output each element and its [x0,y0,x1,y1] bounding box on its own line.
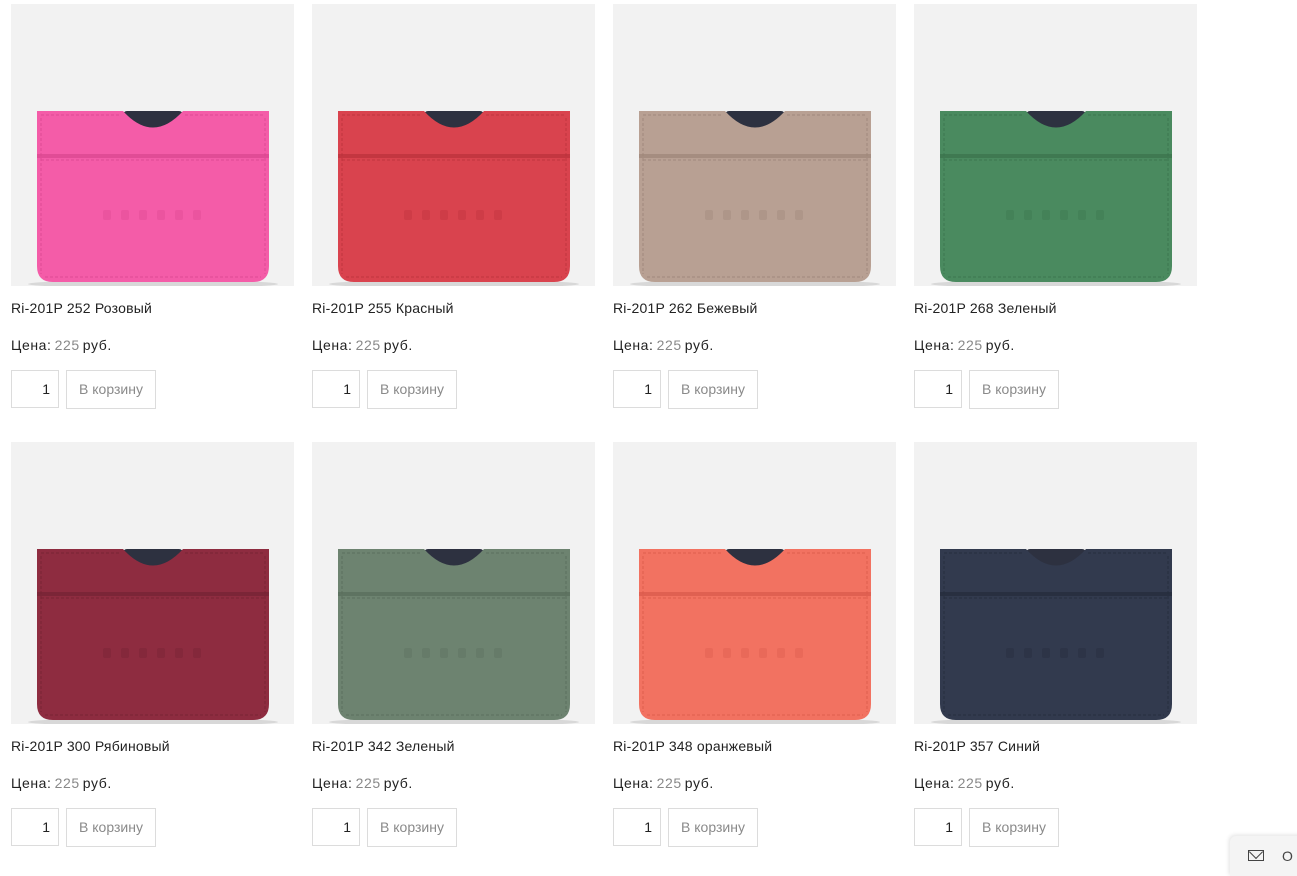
card-holder-image [28,549,278,724]
product-title[interactable]: Ri-201P 268 Зеленый [914,300,1057,316]
product-card: Ri-201P 262 Бежевый Цена: 225 руб. 1 В кор… [613,4,896,424]
card-holder-image [28,111,278,286]
product-price: Цена: 225 руб. [312,337,413,353]
add-to-cart-button[interactable]: В корзину [969,808,1059,847]
price-label: Цена: [312,775,353,791]
price-currency: руб. [684,337,714,353]
product-title[interactable]: Ri-201P 348 оранжевый [613,738,772,754]
price-value: 225 [656,775,682,791]
product-image[interactable] [914,4,1197,286]
product-card: Ri-201P 357 Синий Цена: 225 руб. 1 В корзи… [914,442,1197,862]
price-currency: руб. [82,337,112,353]
product-card: Ri-201P 300 Рябиновый Цена: 225 руб. 1 В к… [11,442,294,862]
product-image[interactable] [312,442,595,724]
product-title[interactable]: Ri-201P 357 Синий [914,738,1040,754]
price-label: Цена: [312,337,353,353]
price-currency: руб. [985,775,1015,791]
product-price: Цена: 225 руб. [11,337,112,353]
price-label: Цена: [11,775,52,791]
envelope-icon [1248,850,1264,861]
feedback-widget[interactable]: О [1230,836,1297,876]
quantity-input[interactable]: 1 [613,808,661,846]
product-title[interactable]: Ri-201P 262 Бежевый [613,300,758,316]
quantity-input[interactable]: 1 [312,808,360,846]
price-value: 225 [355,775,381,791]
feedback-label: О [1282,848,1293,864]
price-currency: руб. [985,337,1015,353]
product-price: Цена: 225 руб. [613,337,714,353]
price-value: 225 [656,337,682,353]
product-price: Цена: 225 руб. [11,775,112,791]
price-currency: руб. [383,337,413,353]
add-to-cart-button[interactable]: В корзину [66,808,156,847]
quantity-input[interactable]: 1 [613,370,661,408]
price-currency: руб. [684,775,714,791]
card-holder-image [630,549,880,724]
price-value: 225 [54,775,80,791]
price-value: 225 [957,775,983,791]
price-value: 225 [355,337,381,353]
product-image[interactable] [914,442,1197,724]
add-to-cart-button[interactable]: В корзину [668,808,758,847]
product-title[interactable]: Ri-201P 255 Красный [312,300,454,316]
card-holder-image [931,549,1181,724]
card-holder-image [329,549,579,724]
quantity-input[interactable]: 1 [11,808,59,846]
product-title[interactable]: Ri-201P 300 Рябиновый [11,738,170,754]
product-card: Ri-201P 342 Зеленый Цена: 225 руб. 1 В кор… [312,442,595,862]
add-to-cart-button[interactable]: В корзину [367,808,457,847]
price-value: 225 [54,337,80,353]
price-currency: руб. [383,775,413,791]
quantity-input[interactable]: 1 [11,370,59,408]
product-image[interactable] [11,442,294,724]
price-label: Цена: [613,337,654,353]
product-card: Ri-201P 252 Розовый Цена: 225 руб. 1 В кор… [11,4,294,424]
card-holder-image [931,111,1181,286]
quantity-input[interactable]: 1 [914,808,962,846]
card-holder-image [630,111,880,286]
price-label: Цена: [914,337,955,353]
price-currency: руб. [82,775,112,791]
product-price: Цена: 225 руб. [312,775,413,791]
add-to-cart-button[interactable]: В корзину [668,370,758,409]
quantity-input[interactable]: 1 [312,370,360,408]
product-title[interactable]: Ri-201P 342 Зеленый [312,738,455,754]
product-image[interactable] [11,4,294,286]
quantity-input[interactable]: 1 [914,370,962,408]
product-price: Цена: 225 руб. [914,775,1015,791]
product-price: Цена: 225 руб. [914,337,1015,353]
product-card: Ri-201P 268 Зеленый Цена: 225 руб. 1 В кор… [914,4,1197,424]
product-card: Ri-201P 348 оранжевый Цена: 225 руб. 1 В к… [613,442,896,862]
price-label: Цена: [613,775,654,791]
product-image[interactable] [312,4,595,286]
add-to-cart-button[interactable]: В корзину [367,370,457,409]
price-value: 225 [957,337,983,353]
add-to-cart-button[interactable]: В корзину [969,370,1059,409]
product-title[interactable]: Ri-201P 252 Розовый [11,300,152,316]
product-price: Цена: 225 руб. [613,775,714,791]
card-holder-image [329,111,579,286]
product-image[interactable] [613,442,896,724]
add-to-cart-button[interactable]: В корзину [66,370,156,409]
product-card: Ri-201P 255 Красный Цена: 225 руб. 1 В кор… [312,4,595,424]
price-label: Цена: [11,337,52,353]
price-label: Цена: [914,775,955,791]
product-image[interactable] [613,4,896,286]
